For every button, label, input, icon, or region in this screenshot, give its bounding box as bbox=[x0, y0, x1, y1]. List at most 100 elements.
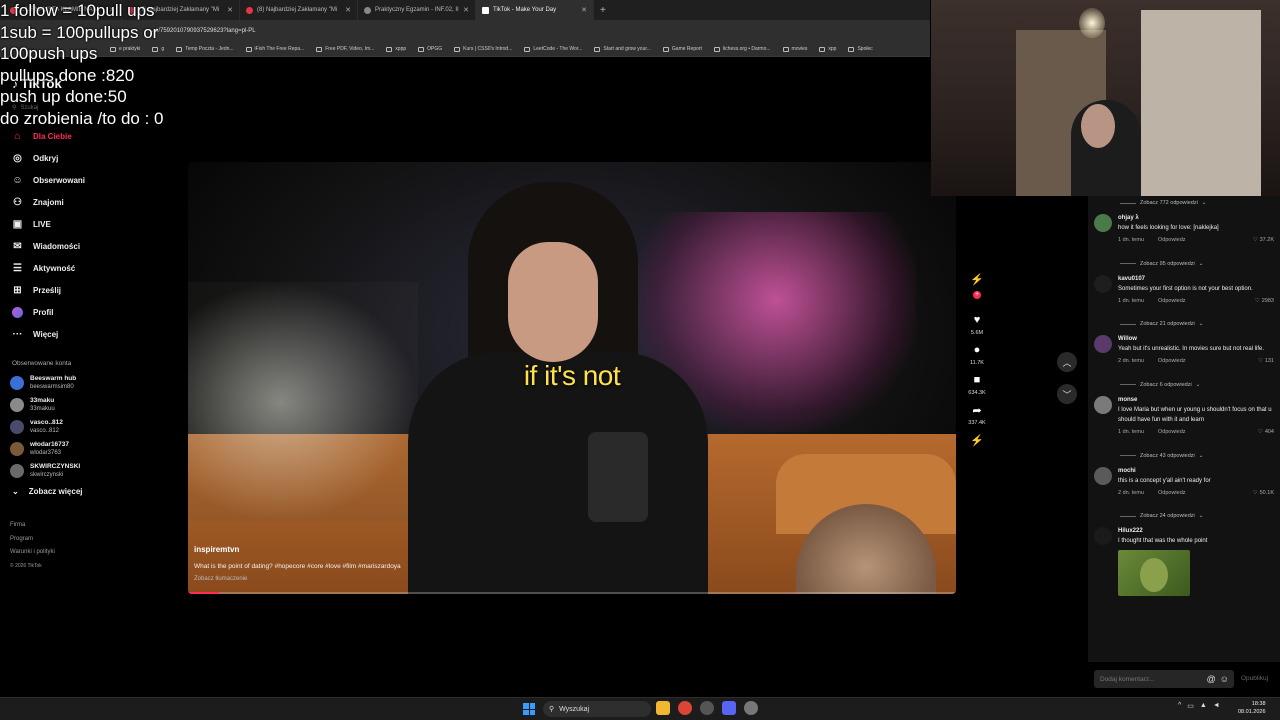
bookmark-item[interactable]: LeetCode - The Wor... bbox=[524, 46, 582, 52]
battery-icon[interactable]: ▭ bbox=[1187, 702, 1194, 710]
close-icon[interactable]: ✕ bbox=[345, 6, 351, 14]
sidebar-item[interactable]: ▣ LIVE bbox=[0, 213, 185, 235]
windows-start-icon[interactable] bbox=[523, 703, 535, 715]
save-button[interactable]: ■ 634.3K bbox=[968, 373, 985, 396]
close-icon[interactable]: ✕ bbox=[227, 6, 233, 14]
avatar[interactable] bbox=[1094, 214, 1112, 232]
discord-icon[interactable] bbox=[722, 701, 736, 715]
view-replies-button[interactable]: Zobacz 95 odpowiedzi ⌄ bbox=[1088, 257, 1280, 271]
sidebar-item[interactable]: ☺ Obserwowani bbox=[0, 169, 185, 191]
comment-like-button[interactable]: ♡ 131 bbox=[1258, 358, 1274, 364]
view-replies-button[interactable]: Zobacz 43 odpowiedzi ⌄ bbox=[1088, 449, 1280, 463]
view-replies-button[interactable]: Zobacz 21 odpowiedzi ⌄ bbox=[1088, 317, 1280, 331]
bookmark-item[interactable]: iFish The Free Repa... bbox=[245, 46, 304, 52]
sidebar-item[interactable]: ✉ Wiadomości bbox=[0, 235, 185, 257]
sidebar-item[interactable]: ⚇ Znajomi bbox=[0, 191, 185, 213]
account-name: SKWIRCZYNSKI bbox=[30, 463, 81, 470]
bookmark-item[interactable]: lichess.org • Darmo... bbox=[713, 46, 771, 52]
mention-icon[interactable]: @ bbox=[1207, 674, 1216, 684]
reply-button[interactable]: Odpowiedz bbox=[1158, 429, 1186, 435]
sound-button[interactable]: ⚡ bbox=[970, 433, 984, 447]
avatar[interactable] bbox=[1094, 395, 1112, 414]
previous-video-button[interactable]: ︿ bbox=[1057, 352, 1077, 372]
app-icon[interactable] bbox=[700, 701, 714, 715]
close-icon[interactable]: ✕ bbox=[463, 6, 469, 14]
browser-tab[interactable]: TikTok - Make Your Day ✕ bbox=[476, 0, 594, 20]
comment-username[interactable]: Willow bbox=[1118, 335, 1274, 344]
view-replies-button[interactable]: Zobacz 6 odpowiedzi ⌄ bbox=[1088, 378, 1280, 392]
bookmark-item[interactable]: movies bbox=[782, 46, 807, 52]
close-icon[interactable]: ✕ bbox=[581, 6, 587, 14]
comment-like-button[interactable]: ♡ 404 bbox=[1258, 429, 1274, 435]
comments-panel: Zobacz 772 odpowiedzi ⌄ ohjay λ how it feel… bbox=[1088, 196, 1280, 662]
bookmark-item[interactable]: Start and grow your... bbox=[594, 46, 651, 52]
network-icon[interactable]: ▲ bbox=[1200, 702, 1207, 710]
bookmark-item[interactable]: Free PDF, Video, Im... bbox=[316, 46, 374, 52]
following-account[interactable]: Beeswarm hub beeswarmsim80 bbox=[10, 372, 80, 394]
comment-username[interactable]: kavu0107 bbox=[1118, 275, 1274, 284]
bookmark-item[interactable]: Kurs | CSS0's Introd... bbox=[454, 46, 512, 52]
next-video-button[interactable]: ﹀ bbox=[1057, 384, 1077, 404]
sidebar-item[interactable]: Profil bbox=[0, 301, 185, 323]
taskbar-clock[interactable]: 18:38 08.01.2026 bbox=[1238, 700, 1266, 716]
bookmark-item[interactable]: xppp bbox=[386, 46, 406, 52]
chrome-icon[interactable] bbox=[678, 701, 692, 715]
bookmark-label: Społec bbox=[857, 46, 873, 52]
comment-username[interactable]: Hilux222 bbox=[1118, 527, 1274, 536]
reply-button[interactable]: Odpowiedz bbox=[1158, 237, 1186, 243]
video-author[interactable]: inspiremtvn bbox=[194, 545, 239, 554]
sidebar-item[interactable]: ◎ Odkryj bbox=[0, 147, 185, 169]
reply-button[interactable]: Odpowiedz bbox=[1158, 358, 1186, 364]
sidebar-item[interactable]: ⊞ Prześlij bbox=[0, 279, 185, 301]
bookmark-item[interactable]: xpp bbox=[819, 46, 836, 52]
following-account[interactable]: vasco..812 vasco..812 bbox=[10, 416, 80, 438]
browser-tab[interactable]: Praktyczny Egzamin - INF.02, II ✕ bbox=[358, 0, 476, 20]
volume-icon[interactable]: ◄ bbox=[1213, 702, 1220, 710]
following-account[interactable]: włodar16737 wlodar3763 bbox=[10, 438, 80, 460]
bookmark-item[interactable]: Społec bbox=[848, 46, 873, 52]
footer-link-terms[interactable]: Warunki i polityki bbox=[10, 546, 55, 560]
footer-link-company[interactable]: Firma bbox=[10, 519, 55, 533]
file-explorer-icon[interactable] bbox=[656, 701, 670, 715]
sidebar-item[interactable]: ☰ Aktywność bbox=[0, 257, 185, 279]
obs-icon[interactable] bbox=[744, 701, 758, 715]
creator-avatar-button[interactable]: ⚡ bbox=[970, 272, 984, 286]
sidebar-item[interactable]: ··· Więcej bbox=[0, 323, 185, 345]
emoji-icon[interactable]: ☺ bbox=[1220, 674, 1229, 684]
new-tab-icon[interactable]: + bbox=[600, 5, 606, 16]
view-replies-button[interactable]: Zobacz 24 odpowiedzi ⌄ bbox=[1088, 509, 1280, 523]
following-account[interactable]: SKWIRCZYNSKI skwirczynski bbox=[10, 460, 80, 482]
like-button[interactable]: ♥ 5.6M bbox=[970, 313, 984, 336]
follow-plus-icon[interactable]: + bbox=[973, 291, 981, 299]
view-replies-button[interactable]: Zobacz 772 odpowiedzi ⌄ bbox=[1088, 196, 1280, 210]
browser-tab[interactable]: (8) Najbardziej Zakłamany "Mi ✕ bbox=[240, 0, 358, 20]
see-more-button[interactable]: ⌄ Zobacz więcej bbox=[12, 487, 83, 496]
reply-button[interactable]: Odpowiedz bbox=[1158, 490, 1186, 496]
video-progress-bar[interactable] bbox=[188, 592, 956, 594]
bookmark-item[interactable]: Game Report bbox=[662, 46, 702, 52]
reply-button[interactable]: Odpowiedz bbox=[1158, 298, 1186, 304]
bookmark-item[interactable]: OPGG bbox=[418, 46, 442, 52]
comment-username[interactable]: mochi bbox=[1118, 467, 1274, 476]
taskbar-search[interactable]: ⚲ Wyszukaj bbox=[543, 701, 651, 717]
footer-link-program[interactable]: Program bbox=[10, 533, 55, 547]
avatar[interactable] bbox=[1094, 274, 1112, 293]
avatar[interactable] bbox=[1094, 466, 1112, 485]
bookmark-item[interactable]: Temp Poczta - Jedn... bbox=[176, 46, 234, 52]
translate-link[interactable]: Zobacz tłumaczenie bbox=[194, 576, 247, 582]
comment-username[interactable]: monse bbox=[1118, 396, 1274, 405]
comment-like-button[interactable]: ♡ 50.1K bbox=[1253, 490, 1274, 496]
url-text[interactable]: ...o/7592010790937529623?lang=pl-PL bbox=[150, 28, 256, 34]
comment-like-button[interactable]: ♡ 2983 bbox=[1255, 298, 1274, 304]
publish-button[interactable]: Opublikuj bbox=[1241, 675, 1268, 682]
comment-like-button[interactable]: ♡ 37.2K bbox=[1253, 237, 1274, 243]
comment-button[interactable]: ● 11.7K bbox=[970, 343, 984, 366]
chevron-up-icon[interactable]: ^ bbox=[1178, 702, 1181, 710]
comment-input[interactable]: Dodaj komentarz... @ ☺ bbox=[1094, 670, 1234, 688]
following-account[interactable]: 33maku 33makuu bbox=[10, 394, 80, 416]
avatar[interactable] bbox=[1094, 335, 1112, 353]
video-player[interactable]: if it's not inspiremtvn What is the poin… bbox=[188, 162, 956, 594]
avatar[interactable] bbox=[1094, 527, 1112, 545]
comment-username[interactable]: ohjay λ bbox=[1118, 214, 1274, 223]
share-button[interactable]: ➦ 337.4K bbox=[968, 403, 985, 427]
